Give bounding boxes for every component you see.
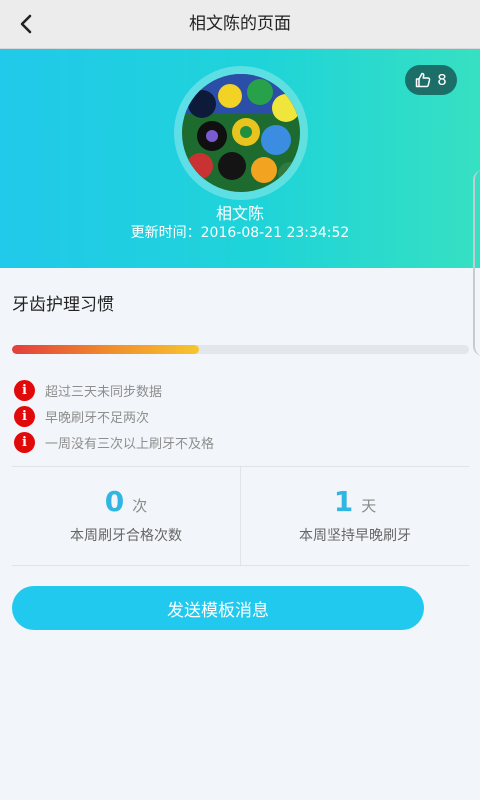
stat-value: 1 (333, 485, 354, 518)
warning-text: 一周没有三次以上刷牙不及格 (45, 437, 215, 452)
habit-progress-bar (12, 345, 469, 354)
habit-progress-fill (12, 345, 200, 354)
warning-item: i 早晚刷牙不足两次 (14, 404, 214, 429)
warning-text: 超过三天未同步数据 (45, 385, 163, 400)
stat-qualified-brushing: 0 次 本周刷牙合格次数 (12, 467, 240, 565)
stat-unit: 次 (132, 497, 148, 515)
warning-text: 早晚刷牙不足两次 (45, 411, 150, 426)
thumbs-up-icon (415, 72, 431, 88)
warning-item: i 一周没有三次以上刷牙不及格 (14, 430, 214, 455)
update-time: 更新时间：2016-08-21 23:34:52 (130, 225, 350, 241)
warning-icon: i (14, 432, 35, 453)
stat-label: 本周坚持早晚刷牙 (299, 528, 411, 544)
stat-value: 0 (104, 485, 125, 518)
stat-unit: 天 (361, 497, 377, 515)
avatar[interactable] (182, 74, 300, 192)
section-title: 牙齿护理习惯 (12, 295, 114, 315)
avatar-image (182, 74, 300, 192)
warning-icon: i (14, 406, 35, 427)
send-template-message-button[interactable]: 发送模板消息 (12, 586, 424, 630)
stat-label: 本周刷牙合格次数 (70, 528, 182, 544)
like-button[interactable]: 8 (405, 65, 457, 95)
weekly-stats: 0 次 本周刷牙合格次数 1 天 本周坚持早晚刷牙 (12, 466, 469, 566)
warning-list: i 超过三天未同步数据 i 早晚刷牙不足两次 i 一周没有三次以上刷牙不及格 (14, 378, 214, 456)
navigation-bar: 相文陈的页面 (0, 0, 480, 49)
stat-morning-evening-days: 1 天 本周坚持早晚刷牙 (240, 467, 469, 565)
page-title: 相文陈的页面 (189, 14, 291, 34)
warning-icon: i (14, 380, 35, 401)
like-count: 8 (437, 71, 447, 89)
warning-item: i 超过三天未同步数据 (14, 378, 214, 403)
edge-drawer-handle[interactable] (473, 170, 480, 356)
user-name: 相文陈 (215, 204, 264, 223)
